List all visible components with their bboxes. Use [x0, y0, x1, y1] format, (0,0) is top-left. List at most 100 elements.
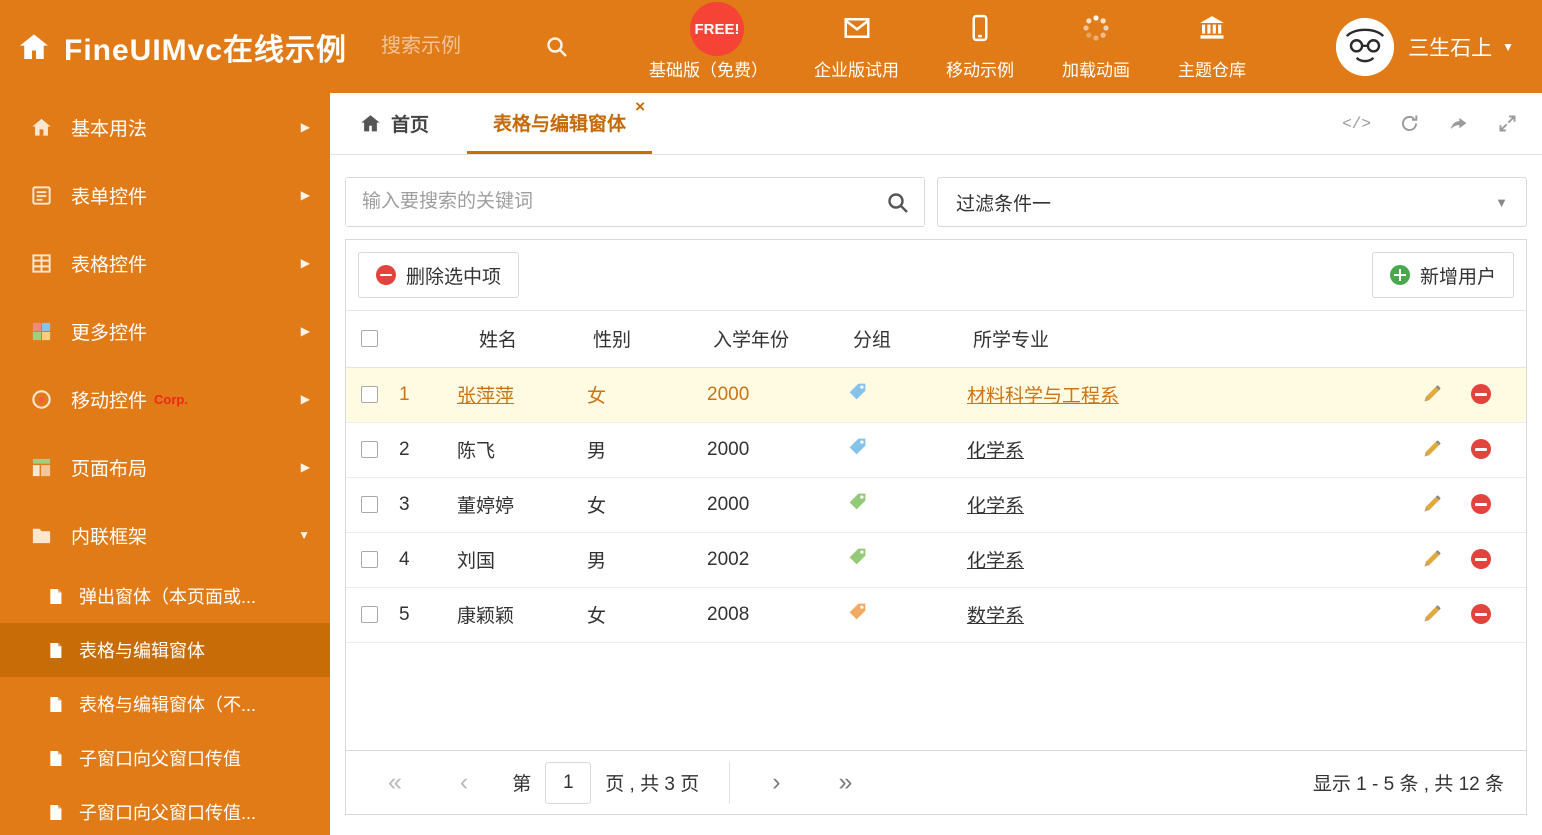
- sidebar-item-inline-frame[interactable]: 内联框架 ▼: [0, 501, 330, 569]
- sidebar-subitem-grid-edit-window[interactable]: 表格与编辑窗体: [0, 623, 330, 677]
- column-header-major[interactable]: 所学专业: [961, 311, 1416, 368]
- sidebar-item-page-layout[interactable]: 页面布局 ▶: [0, 433, 330, 501]
- major-link[interactable]: 材料科学与工程系: [967, 386, 1119, 407]
- app-header: FineUIMvc在线示例 FREE! 基础版（免费） 企业版试用: [0, 0, 1542, 93]
- edit-pencil-icon[interactable]: [1422, 604, 1442, 624]
- share-forward-icon[interactable]: [1448, 113, 1469, 134]
- close-icon[interactable]: ×: [635, 98, 645, 115]
- table-row[interactable]: 3 董婷婷 女 2000 化学系: [346, 477, 1526, 533]
- page-number-group: 第 页 , 共 3 页: [512, 761, 731, 804]
- user-menu[interactable]: 三生石上 ▼: [1336, 17, 1514, 76]
- tab-active-label: 表格与编辑窗体: [493, 113, 627, 135]
- minus-circle-icon: [376, 265, 396, 285]
- sidebar-item-label: 表单控件: [71, 186, 148, 208]
- nav-item-mobile-demo[interactable]: 移动示例: [945, 13, 1015, 81]
- keyword-search-input[interactable]: [346, 178, 924, 226]
- refresh-icon[interactable]: [1399, 113, 1420, 134]
- column-header-year[interactable]: 入学年份: [701, 311, 841, 368]
- page-input[interactable]: [545, 761, 592, 804]
- sidebar-subitem-label: 表格与编辑窗体: [79, 641, 205, 661]
- nav-label: 主题仓库: [1178, 61, 1247, 80]
- sidebar-item-more-controls[interactable]: 更多控件 ▶: [0, 297, 330, 365]
- sidebar-subitem-grid-edit-window-2[interactable]: 表格与编辑窗体（不...: [0, 677, 330, 731]
- column-header-gender[interactable]: 性别: [581, 311, 701, 368]
- name-link[interactable]: 张萍萍: [457, 386, 514, 407]
- tab-bar: 首页 表格与编辑窗体 × </>: [330, 93, 1542, 155]
- brand[interactable]: FineUIMvc在线示例: [18, 25, 347, 69]
- edit-pencil-icon[interactable]: [1422, 549, 1442, 569]
- table-row[interactable]: 1 张萍萍 女 2000 材料科学与工程系: [346, 367, 1526, 423]
- frame-icon: [32, 528, 51, 543]
- tag-icon[interactable]: [847, 546, 868, 567]
- select-all-checkbox[interactable]: [361, 330, 378, 348]
- first-page-button[interactable]: «: [388, 770, 402, 795]
- delete-row-icon[interactable]: [1471, 494, 1492, 515]
- sidebar-subitem-popup-window[interactable]: 弹出窗体（本页面或...: [0, 569, 330, 623]
- gender-cell: 女: [581, 477, 701, 533]
- row-checkbox[interactable]: [361, 550, 378, 568]
- search-icon[interactable]: [545, 35, 569, 59]
- add-user-button[interactable]: 新增用户: [1371, 252, 1514, 298]
- delete-row-icon[interactable]: [1471, 549, 1492, 570]
- nav-label: 加载动画: [1062, 61, 1131, 80]
- major-link[interactable]: 化学系: [967, 441, 1024, 462]
- table-row[interactable]: 2 陈飞 男 2000 化学系: [346, 422, 1526, 478]
- chevron-down-icon: ▼: [298, 528, 310, 542]
- sidebar-item-label: 表格控件: [71, 254, 148, 276]
- prev-page-button[interactable]: ‹: [460, 770, 468, 795]
- search-icon[interactable]: [886, 191, 910, 215]
- row-checkbox[interactable]: [361, 605, 378, 623]
- layout-icon: [32, 458, 51, 476]
- expand-icon[interactable]: [1497, 113, 1518, 134]
- sidebar-subitem-child-to-parent-2[interactable]: 子窗口向父窗口传值...: [0, 785, 330, 835]
- filter-dropdown[interactable]: 过滤条件一 ▼: [937, 177, 1527, 227]
- delete-selected-button[interactable]: 删除选中项: [358, 252, 520, 298]
- tag-icon[interactable]: [847, 381, 868, 402]
- grid-panel: 删除选中项 新增用户 姓名 性别 入学年份 分组 所学专业 1 张萍萍 女 20…: [345, 239, 1527, 815]
- nav-item-theme-repo[interactable]: 主题仓库: [1177, 13, 1247, 81]
- tag-icon[interactable]: [847, 491, 868, 512]
- table-row[interactable]: 5 康颖颖 女 2008 数学系: [346, 587, 1526, 643]
- row-checkbox[interactable]: [361, 495, 378, 513]
- sidebar-item-mobile-controls[interactable]: 移动控件 Corp. ▶: [0, 365, 330, 433]
- major-link[interactable]: 数学系: [967, 606, 1024, 627]
- next-page-button[interactable]: ›: [772, 770, 780, 795]
- code-icon[interactable]: </>: [1342, 115, 1371, 133]
- edit-pencil-icon[interactable]: [1422, 384, 1442, 404]
- arrow-right-icon: ▶: [300, 460, 310, 474]
- edit-pencil-icon[interactable]: [1422, 494, 1442, 514]
- row-checkbox[interactable]: [361, 440, 378, 458]
- chevron-down-icon: ▼: [1495, 194, 1508, 210]
- sidebar-item-basic-usage[interactable]: 基本用法 ▶: [0, 93, 330, 161]
- sidebar-subitem-child-to-parent[interactable]: 子窗口向父窗口传值: [0, 731, 330, 785]
- nav-item-loading-animation[interactable]: 加载动画: [1061, 13, 1131, 81]
- nav-item-enterprise-trial[interactable]: 企业版试用: [814, 13, 899, 81]
- header-search-input[interactable]: [381, 35, 532, 58]
- row-checkbox[interactable]: [361, 385, 378, 403]
- delete-row-icon[interactable]: [1471, 439, 1492, 460]
- tab-grid-edit-window[interactable]: 表格与编辑窗体 ×: [467, 93, 653, 154]
- edit-pencil-icon[interactable]: [1422, 439, 1442, 459]
- page-suffix-label: 页 , 共 3 页: [605, 774, 700, 795]
- tag-icon[interactable]: [847, 601, 868, 622]
- avatar[interactable]: [1336, 17, 1395, 76]
- sidebar-item-form-controls[interactable]: 表单控件 ▶: [0, 161, 330, 229]
- user-name[interactable]: 三生石上 ▼: [1408, 32, 1514, 62]
- column-header-name[interactable]: 姓名: [451, 311, 581, 368]
- column-header-index: [393, 311, 451, 368]
- column-header-actions: [1416, 311, 1526, 368]
- delete-row-icon[interactable]: [1471, 384, 1492, 405]
- widgets-icon: [32, 322, 51, 340]
- sidebar-item-grid-controls[interactable]: 表格控件 ▶: [0, 229, 330, 297]
- corp-badge: Corp.: [154, 391, 188, 407]
- sidebar-subitem-label: 子窗口向父窗口传值: [79, 749, 241, 769]
- tab-home[interactable]: 首页: [360, 93, 429, 154]
- sidebar-item-label: 基本用法: [71, 118, 148, 140]
- tag-icon[interactable]: [847, 436, 868, 457]
- delete-row-icon[interactable]: [1471, 604, 1492, 625]
- major-link[interactable]: 化学系: [967, 551, 1024, 572]
- major-link[interactable]: 化学系: [967, 496, 1024, 517]
- table-row[interactable]: 4 刘国 男 2002 化学系: [346, 532, 1526, 588]
- last-page-button[interactable]: »: [839, 770, 853, 795]
- column-header-group[interactable]: 分组: [841, 311, 961, 368]
